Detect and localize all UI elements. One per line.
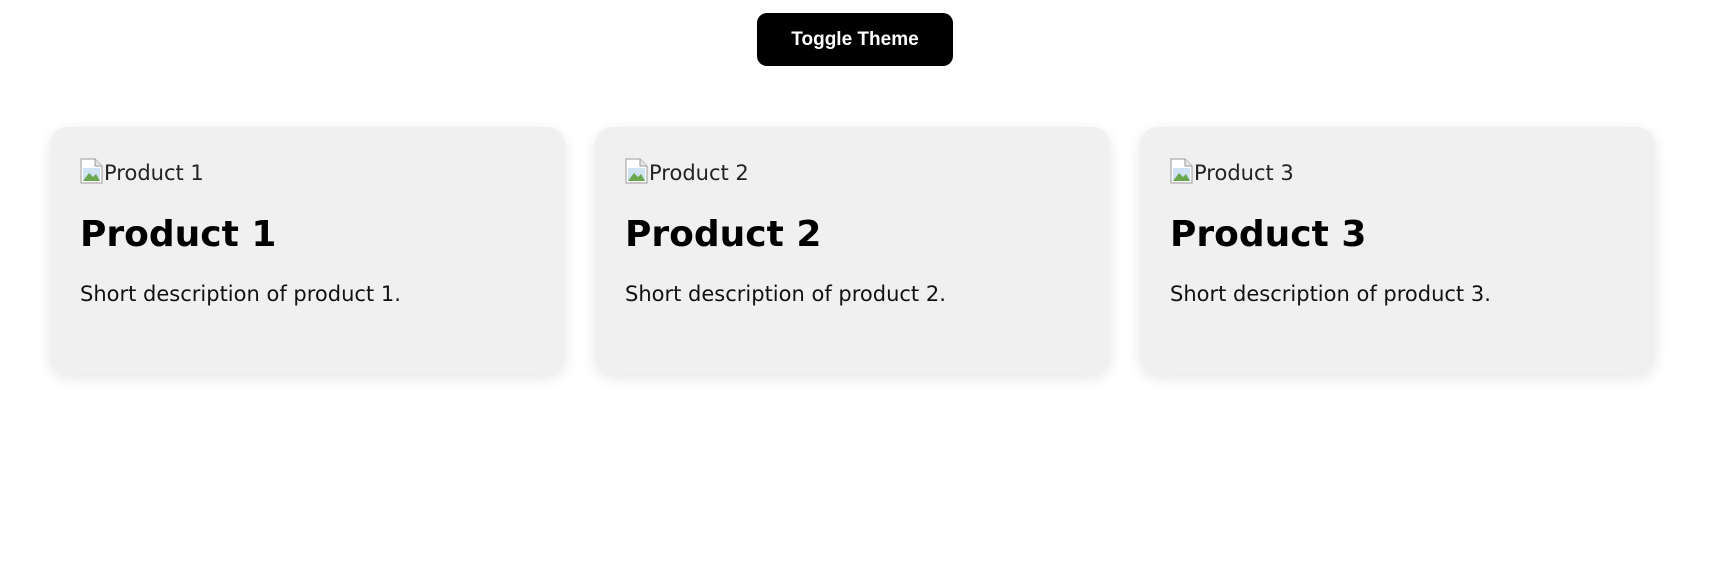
product-image-alt-text: Product 1	[104, 161, 204, 185]
product-image: Product 2	[625, 157, 1080, 189]
broken-image-icon	[1170, 158, 1194, 184]
product-description: Short description of product 1.	[80, 282, 401, 306]
product-description: Short description of product 2.	[625, 282, 946, 306]
product-image: Product 3	[1170, 157, 1625, 189]
page: Toggle Theme Product 1 Product 1 Short d…	[0, 0, 1713, 570]
product-image: Product 1	[80, 157, 535, 189]
product-grid: Product 1 Product 1 Short description of…	[50, 127, 1655, 374]
product-description: Short description of product 3.	[1170, 282, 1491, 306]
product-title: Product 2	[625, 214, 822, 255]
product-image-alt-text: Product 3	[1194, 161, 1294, 185]
product-image-alt-text: Product 2	[649, 161, 749, 185]
product-card: Product 3 Product 3 Short description of…	[1140, 127, 1655, 374]
product-card: Product 2 Product 2 Short description of…	[595, 127, 1110, 374]
broken-image-icon	[80, 158, 104, 184]
broken-image-icon	[625, 158, 649, 184]
product-title: Product 3	[1170, 214, 1367, 255]
product-title: Product 1	[80, 214, 277, 255]
product-card: Product 1 Product 1 Short description of…	[50, 127, 565, 374]
toggle-theme-button[interactable]: Toggle Theme	[757, 13, 953, 66]
